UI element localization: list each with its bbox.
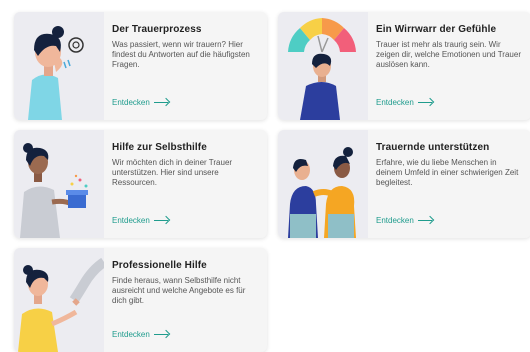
arrow-right-icon: [417, 101, 432, 104]
card-trauernde-unterstuetzen[interactable]: Trauernde unterstützen Erfahre, wie du l…: [278, 130, 530, 238]
entdecken-link[interactable]: Entdecken: [376, 216, 432, 225]
arrow-right-icon: [417, 219, 432, 222]
arrow-right-icon: [153, 219, 168, 222]
entdecken-link[interactable]: Entdecken: [112, 216, 168, 225]
illustration-supporting-people: [278, 130, 368, 238]
card-description: Wir möchten dich in deiner Trauer unters…: [112, 158, 233, 187]
illustration-reaching-hands: [14, 248, 104, 352]
card-description: Erfahre, wie du liebe Menschen in deinem…: [376, 158, 519, 187]
cta-label: Entdecken: [376, 216, 414, 225]
card-description: Trauer ist mehr als traurig sein. Wir ze…: [376, 40, 521, 69]
card-description: Finde heraus, wann Selbsthilfe nicht aus…: [112, 276, 246, 305]
card-hilfe-zur-selbsthilfe[interactable]: Hilfe zur Selbsthilfe Wir möchten dich i…: [14, 130, 267, 238]
card-title: Trauernde unterstützen: [376, 142, 490, 153]
cta-label: Entdecken: [112, 98, 150, 107]
cta-label: Entdecken: [112, 216, 150, 225]
card-professionelle-hilfe[interactable]: Professionelle Hilfe Finde heraus, wann …: [14, 248, 267, 352]
card-der-trauerprozess[interactable]: Der Trauerprozess Was passiert, wenn wir…: [14, 12, 267, 120]
card-title: Hilfe zur Selbsthilfe: [112, 142, 207, 153]
card-title: Der Trauerprozess: [112, 24, 202, 35]
cta-label: Entdecken: [376, 98, 414, 107]
illustration-emotion-gauge: [278, 12, 368, 120]
entdecken-link[interactable]: Entdecken: [376, 98, 432, 107]
cta-label: Entdecken: [112, 330, 150, 339]
illustration-person-with-box: [14, 130, 104, 238]
entdecken-link[interactable]: Entdecken: [112, 330, 168, 339]
card-wirrwarr-der-gefuehle[interactable]: Ein Wirrwarr der Gefühle Trauer ist mehr…: [278, 12, 530, 120]
arrow-right-icon: [153, 101, 168, 104]
card-title: Professionelle Hilfe: [112, 260, 207, 271]
entdecken-link[interactable]: Entdecken: [112, 98, 168, 107]
card-title: Ein Wirrwarr der Gefühle: [376, 24, 497, 35]
card-description: Was passiert, wenn wir trauern? Hier fin…: [112, 40, 250, 69]
illustration-grieving-person: [14, 12, 104, 120]
arrow-right-icon: [153, 333, 168, 336]
